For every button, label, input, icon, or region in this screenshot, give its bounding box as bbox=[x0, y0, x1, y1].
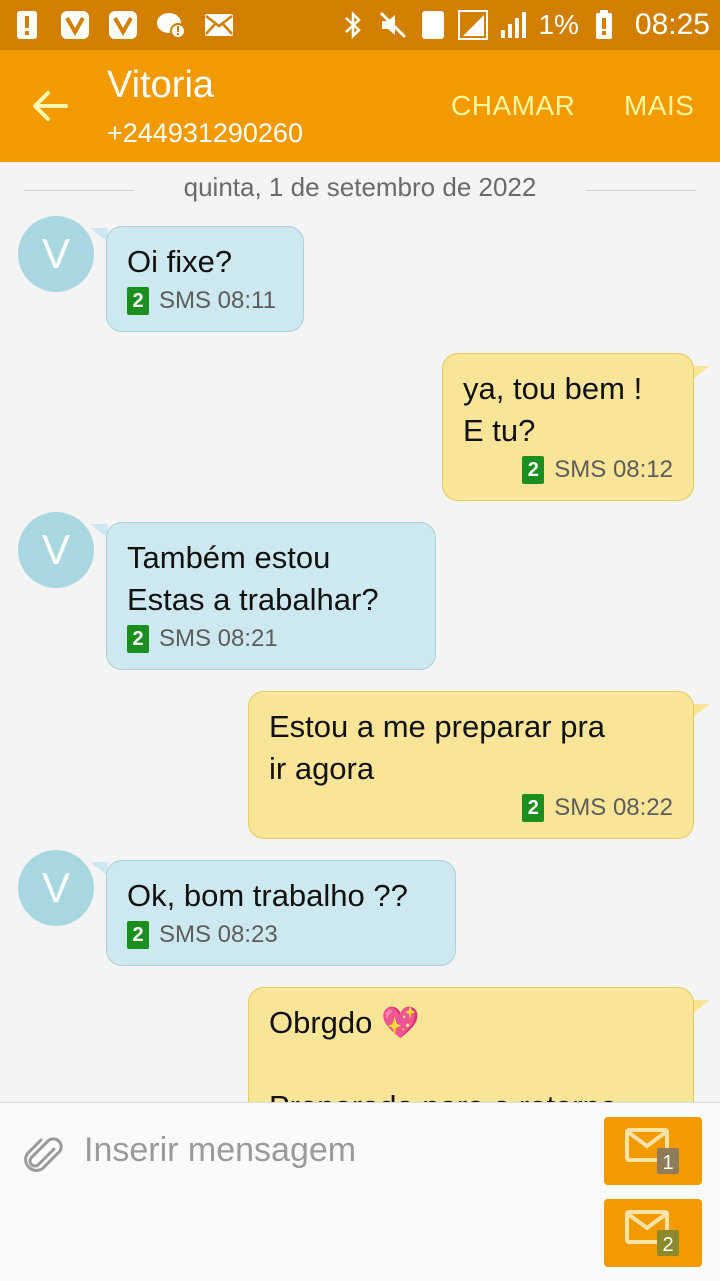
message-time: SMS 08:22 bbox=[554, 794, 673, 821]
message-text: Estou a me preparar pra ir agora bbox=[269, 709, 606, 786]
message-meta: 2 SMS 08:11 bbox=[127, 287, 283, 315]
alert-icon bbox=[12, 10, 42, 40]
arrow-left-icon bbox=[33, 91, 68, 121]
message-bubble-incoming[interactable]: Ok, bom trabalho ?? 2 SMS 08:23 bbox=[106, 860, 456, 966]
date-separator: quinta, 1 de setembro de 2022 bbox=[0, 166, 720, 206]
sim2-icon: 2 bbox=[522, 456, 545, 484]
signal-icon bbox=[458, 10, 489, 40]
bluetooth-icon bbox=[338, 10, 368, 40]
avatar[interactable]: V bbox=[18, 850, 94, 926]
message-time: SMS 08:11 bbox=[159, 287, 276, 314]
message-time: SMS 08:12 bbox=[554, 456, 673, 483]
sim2-icon: 2 bbox=[127, 625, 149, 653]
message-text: Oi fixe? bbox=[127, 244, 233, 279]
avatar[interactable]: V bbox=[18, 216, 94, 292]
message-bubble-outgoing[interactable]: Obrgdo 💖 Preparada para o retorno bbox=[248, 987, 694, 1102]
message-text: Obrgdo 💖 Preparada para o retorno bbox=[269, 1005, 617, 1102]
battery-icon bbox=[589, 10, 619, 40]
bubble-tail bbox=[692, 366, 710, 380]
send-sms-icon: 2 bbox=[625, 1210, 679, 1256]
viber-icon bbox=[108, 10, 138, 40]
bubble-tail bbox=[692, 1000, 710, 1014]
message-meta: 2 SMS 08:23 bbox=[127, 921, 435, 949]
message-time: SMS 08:23 bbox=[159, 921, 278, 948]
paperclip-icon bbox=[24, 1137, 63, 1172]
back-button[interactable] bbox=[20, 76, 80, 136]
mute-icon bbox=[378, 10, 408, 40]
sim2-icon: 2 bbox=[522, 794, 545, 822]
send-sim1-button[interactable]: 1 bbox=[604, 1117, 702, 1185]
avatar[interactable]: V bbox=[18, 512, 94, 588]
contact-name: Vitoria bbox=[107, 64, 215, 106]
message-text: Ok, bom trabalho ?? bbox=[127, 878, 408, 913]
message-bubble-outgoing[interactable]: ya, tou bem ! E tu? 2 SMS 08:12 bbox=[442, 353, 694, 501]
status-bar: 1% 08:25 bbox=[0, 0, 720, 50]
conversation[interactable]: quinta, 1 de setembro de 2022 V Oi fixe?… bbox=[0, 162, 720, 1102]
message-input[interactable]: Inserir mensagem bbox=[84, 1131, 356, 1170]
more-button[interactable]: MAIS bbox=[624, 90, 694, 122]
viber-icon bbox=[60, 10, 90, 40]
signal-icon bbox=[498, 10, 528, 40]
message-text: Também estou Estas a trabalhar? bbox=[127, 540, 379, 617]
message-time: SMS 08:21 bbox=[159, 625, 278, 652]
date-label: quinta, 1 de setembro de 2022 bbox=[183, 172, 537, 202]
email-icon bbox=[204, 10, 234, 40]
app-bar: Vitoria +244931290260 CHAMAR MAIS bbox=[0, 50, 720, 162]
bubble-tail bbox=[692, 704, 710, 718]
composer: Inserir mensagem 1 2 bbox=[0, 1102, 720, 1281]
contact-number: +244931290260 bbox=[107, 118, 303, 148]
clock: 08:25 bbox=[634, 8, 710, 41]
message-meta: 2 SMS 08:12 bbox=[463, 456, 673, 484]
sim2-icon: 2 bbox=[127, 921, 149, 949]
message-meta: 2 SMS 08:21 bbox=[127, 625, 415, 653]
send-sim2-button[interactable]: 2 bbox=[604, 1199, 702, 1267]
sim2-icon: 2 bbox=[127, 287, 149, 315]
message-bubble-outgoing[interactable]: Estou a me preparar pra ir agora 2 SMS 0… bbox=[248, 691, 694, 839]
messenger-alert-icon bbox=[156, 10, 186, 40]
send-sim-label: 2 bbox=[662, 1234, 673, 1256]
send-sms-icon: 1 bbox=[625, 1128, 679, 1174]
battery-percent: 1% bbox=[538, 9, 579, 40]
message-meta: 2 SMS 08:22 bbox=[269, 794, 673, 822]
message-text: ya, tou bem ! E tu? bbox=[463, 371, 643, 448]
sim1-icon bbox=[418, 10, 448, 40]
message-bubble-incoming[interactable]: Oi fixe? 2 SMS 08:11 bbox=[106, 226, 304, 332]
message-bubble-incoming[interactable]: Também estou Estas a trabalhar? 2 SMS 08… bbox=[106, 522, 436, 670]
call-button[interactable]: CHAMAR bbox=[451, 90, 575, 122]
attach-button[interactable] bbox=[22, 1131, 66, 1175]
send-sim-label: 1 bbox=[662, 1152, 673, 1174]
